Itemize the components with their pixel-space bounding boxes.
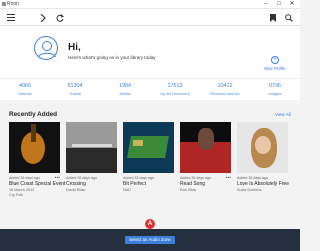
album-card[interactable]: Added 35 days ago ••• Read Song Rob Elias (180, 122, 231, 192)
new-profile-label: New Profile (264, 66, 286, 71)
album-title[interactable]: Blue Coast Special Event (9, 181, 65, 187)
stat-reviews[interactable]: 10412 Reviews and bio (200, 79, 250, 100)
album-added-date: Added 35 days ago ••• (9, 175, 60, 180)
stat-albums[interactable]: 4066 Albums (0, 79, 50, 100)
app-logo-icon (2, 2, 6, 6)
album-cover[interactable] (66, 122, 117, 173)
more-options-icon[interactable]: ••• (55, 175, 60, 180)
more-options-icon[interactable]: ••• (226, 175, 231, 180)
annotation-marker-tail (148, 227, 152, 230)
stat-tracks[interactable]: 51304 Tracks (50, 79, 100, 100)
maximize-button[interactable]: □ (273, 0, 285, 9)
stat-value: 51304 (67, 83, 83, 89)
album-artist[interactable]: Rob Elias (180, 188, 231, 192)
greeting: Hi, (68, 42, 81, 53)
album-title[interactable]: Love Is Absolutely Free (237, 181, 289, 187)
album-title[interactable]: Bit Perfect (123, 181, 174, 187)
album-title[interactable]: Read Song (180, 181, 231, 187)
hamburger-menu-icon[interactable] (4, 9, 18, 26)
toolbar (0, 9, 300, 26)
album-artist[interactable]: Suzie Dobbins (237, 188, 288, 192)
profile-header: Hi, Here's what's going on in your libra… (0, 26, 300, 78)
chevron-right-icon[interactable] (36, 9, 50, 26)
stat-label: Images (268, 91, 282, 96)
greeting-subtitle: Here's what's going on in your library t… (68, 55, 156, 60)
refresh-icon[interactable] (53, 9, 67, 26)
stat-value: 0736 (269, 83, 281, 89)
stat-label: Artists (119, 91, 131, 96)
stat-value: 4066 (19, 83, 31, 89)
album-added-date: Added 35 days ago (66, 176, 97, 180)
window-titlebar: Roon – □ ✕ (0, 0, 300, 9)
album-card[interactable]: Added 35 days ago ••• Blue Coast Special … (9, 122, 65, 197)
minimize-button[interactable]: – (260, 0, 272, 9)
album-added-date: Added 35 days ago (237, 176, 268, 180)
window-title: Roon (7, 1, 19, 7)
search-icon[interactable] (282, 9, 296, 26)
stat-label: Albums (18, 91, 32, 96)
stat-value: 10412 (217, 83, 233, 89)
album-card[interactable]: Added 35 days ago Love Is Absolutely Fre… (237, 122, 289, 192)
avatar[interactable] (34, 36, 58, 60)
album-cover[interactable] (123, 122, 174, 173)
album-added-date: Added 35 days ago ••• (180, 175, 231, 180)
stat-label: Tracks (69, 91, 81, 96)
new-profile-button[interactable]: + New Profile (262, 56, 288, 71)
album-cover[interactable] (9, 122, 60, 173)
playback-bar: Select an Audio Zone (0, 229, 300, 251)
album-title[interactable]: Crossing (66, 181, 117, 187)
recently-added-heading: Recently Added (9, 111, 58, 118)
album-artist[interactable]: Cry Folk (9, 193, 60, 197)
plus-icon: + (271, 56, 279, 64)
stat-value: 1984 (119, 83, 131, 89)
album-cover[interactable] (237, 122, 288, 173)
stat-discovery[interactable]: 17513 Up for Discovery (150, 79, 200, 100)
bookmark-icon[interactable] (266, 9, 280, 26)
album-cover[interactable] (180, 122, 231, 173)
stat-artists[interactable]: 1984 Artists (100, 79, 150, 100)
stat-label: Up for Discovery (160, 91, 190, 96)
library-stats: 4066 Albums 51304 Tracks 1984 Artists 17513… (0, 78, 300, 100)
album-added-date: Added 35 days ago (123, 176, 154, 180)
album-card[interactable]: Added 35 days ago Bit Perfect NAD (123, 122, 174, 192)
album-artist[interactable]: David Elias (66, 188, 117, 192)
album-card[interactable]: Added 35 days ago Crossing David Elias (66, 122, 117, 192)
close-button[interactable]: ✕ (286, 0, 298, 9)
stat-images[interactable]: 0736 Images (250, 79, 300, 100)
select-audio-zone-button[interactable]: Select an Audio Zone (125, 236, 175, 244)
view-all-link[interactable]: View All (275, 112, 291, 117)
stat-label: Reviews and bio (210, 91, 240, 96)
stat-value: 17513 (167, 83, 183, 89)
album-artist[interactable]: NAD (123, 188, 174, 192)
album-subtitle: 18 March 2012 (9, 188, 35, 192)
user-icon (38, 41, 56, 58)
